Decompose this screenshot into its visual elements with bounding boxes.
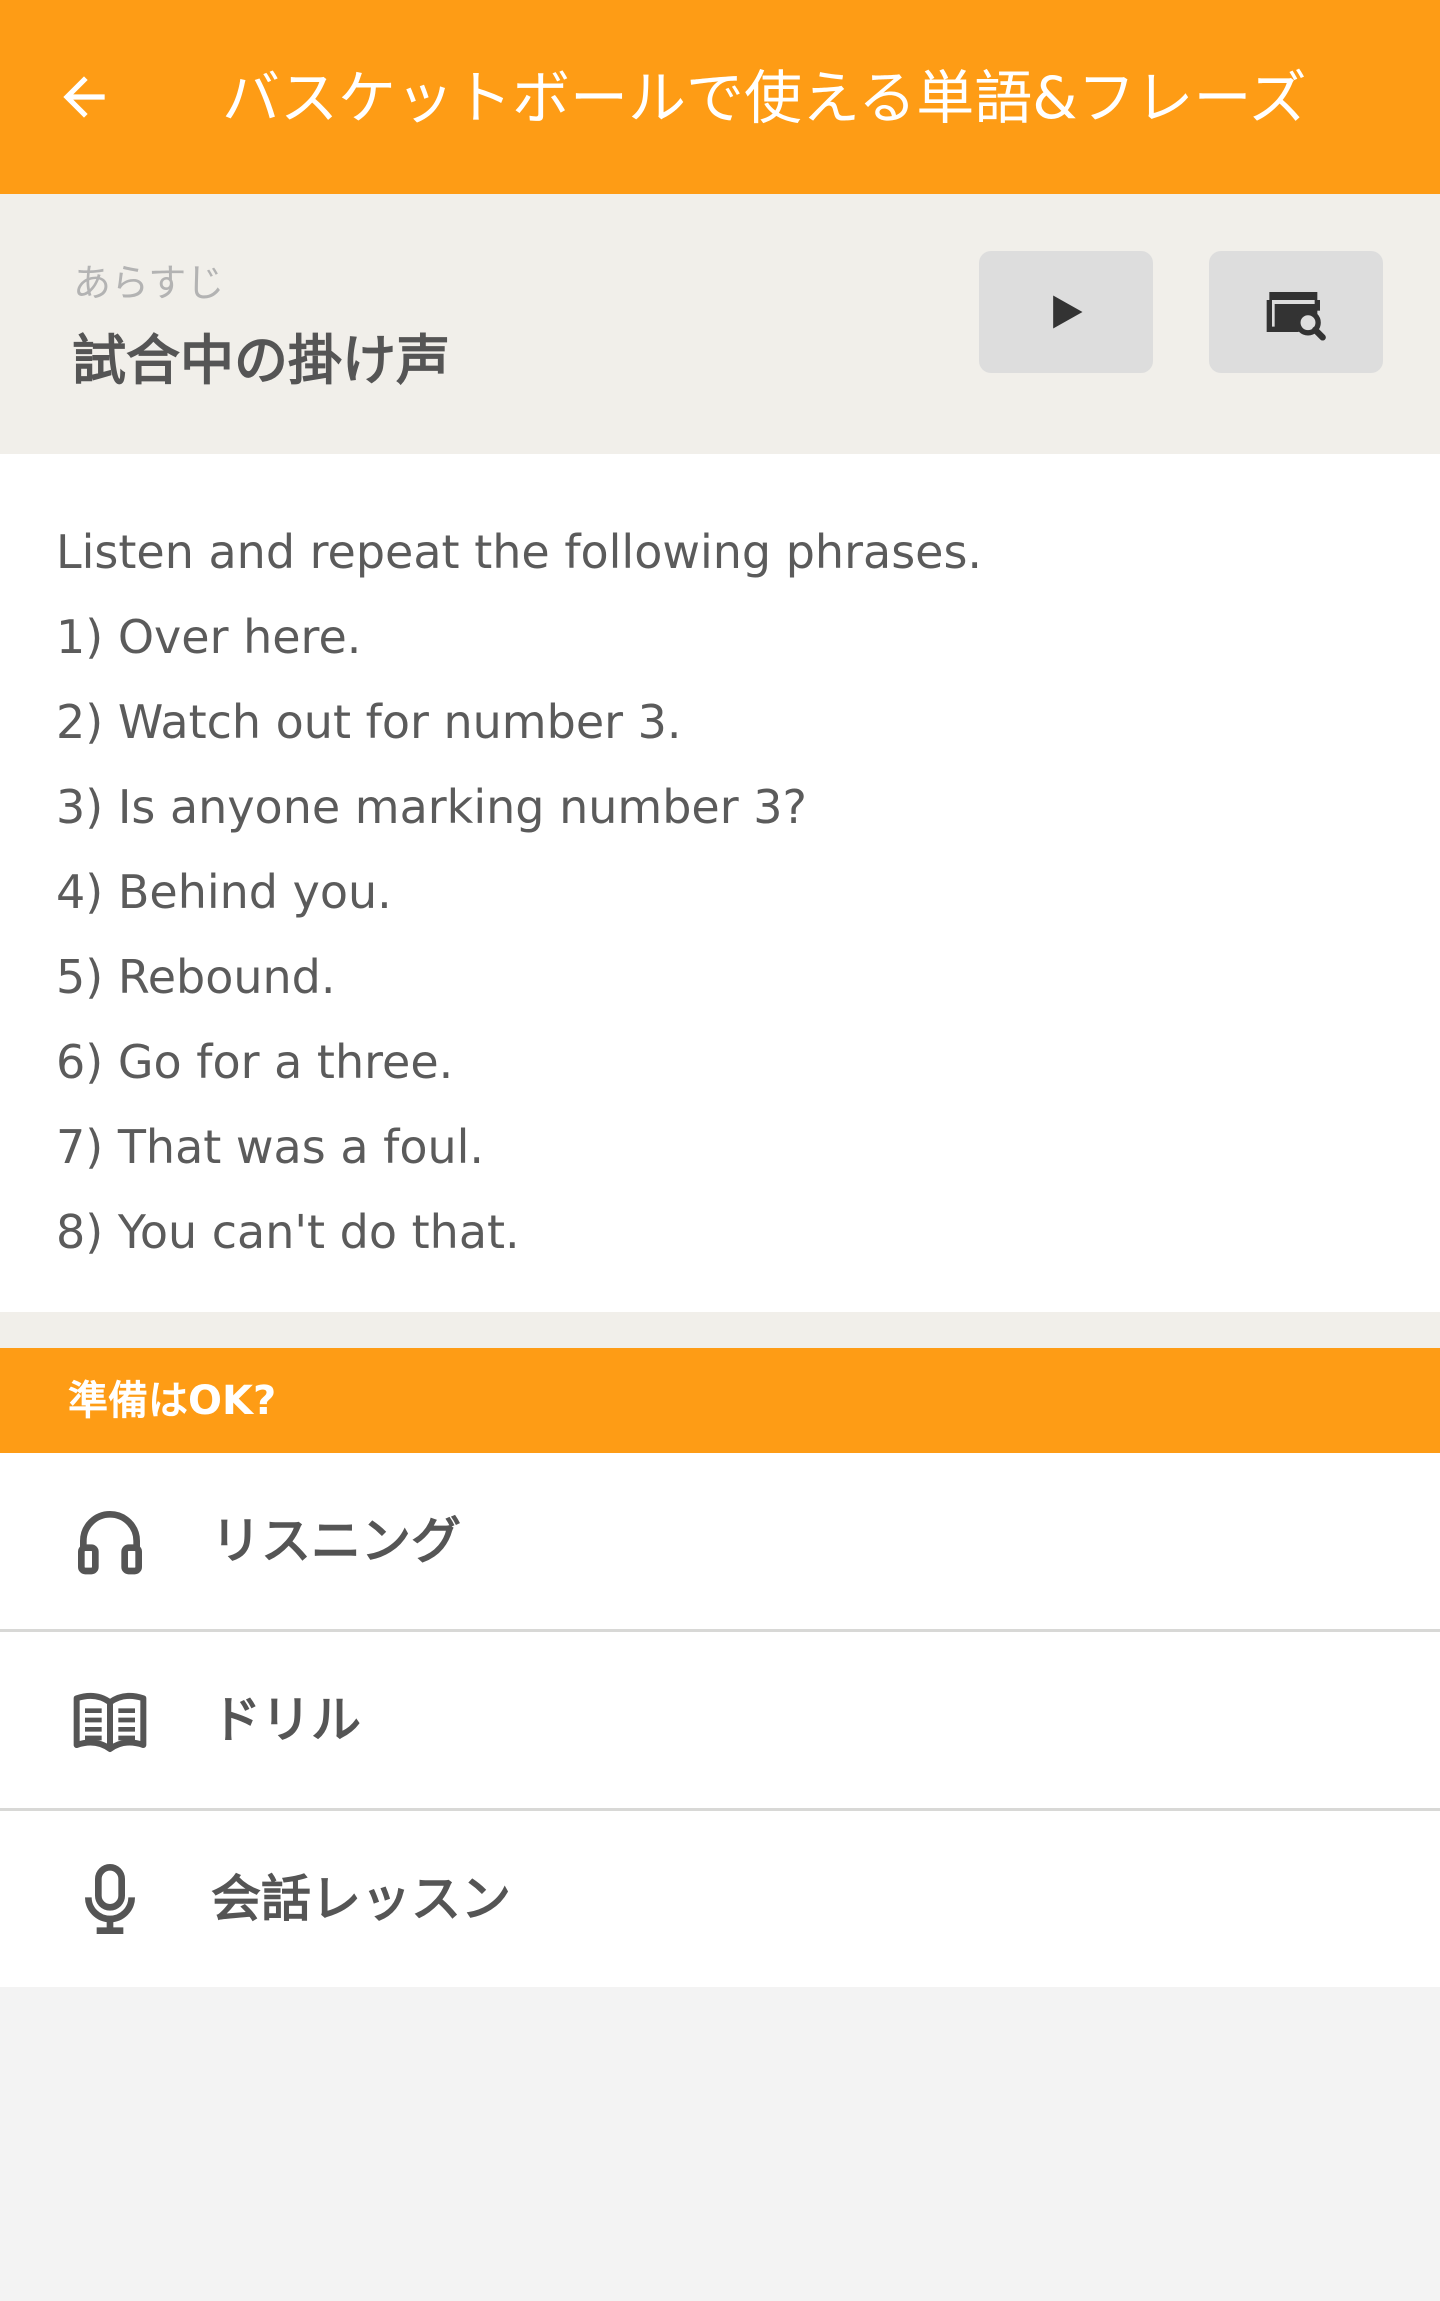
- menu-item-label: ドリル: [211, 1691, 361, 1749]
- menu-item-conversation[interactable]: 会話レッスン: [0, 1811, 1440, 1987]
- phrase-item: 1) Over here.: [56, 610, 362, 664]
- phrase-item: 6) Go for a three.: [56, 1035, 454, 1089]
- phrase-item: 5) Rebound.: [56, 950, 336, 1004]
- summary-label: あらすじ: [73, 261, 225, 305]
- phrase-item: 4) Behind you.: [56, 865, 392, 919]
- headphones-icon: [62, 1493, 158, 1589]
- book-icon: [62, 1672, 158, 1768]
- menu-item-label: リスニング: [211, 1512, 461, 1570]
- section-header-label: 準備はOK?: [68, 1378, 277, 1424]
- phrase-list: Listen and repeat the following phrases.…: [56, 510, 982, 1275]
- menu-item-label: 会話レッスン: [211, 1870, 511, 1928]
- phrase-item: 8) You can't do that.: [56, 1205, 520, 1259]
- back-button[interactable]: [44, 57, 124, 137]
- phrase-item: 2) Watch out for number 3.: [56, 695, 682, 749]
- instruction-text: Listen and repeat the following phrases.: [56, 525, 983, 579]
- lesson-title: 試合中の掛け声: [72, 329, 450, 392]
- window-search-icon: [1266, 292, 1326, 341]
- phrase-item: 7) That was a foul.: [56, 1120, 485, 1174]
- microphone-icon: [62, 1851, 158, 1947]
- phrase-item: 3) Is anyone marking number 3?: [56, 780, 807, 834]
- menu-item-listening[interactable]: リスニング: [0, 1453, 1440, 1629]
- play-button[interactable]: [979, 251, 1153, 373]
- section-spacer: [0, 1312, 1440, 1348]
- arrow-left-icon: [63, 76, 105, 118]
- menu-item-drill[interactable]: ドリル: [0, 1632, 1440, 1808]
- play-icon: [1053, 295, 1083, 329]
- page-title: バスケットボールで使える単語&フレーズ: [222, 64, 1307, 132]
- view-script-button[interactable]: [1209, 251, 1383, 373]
